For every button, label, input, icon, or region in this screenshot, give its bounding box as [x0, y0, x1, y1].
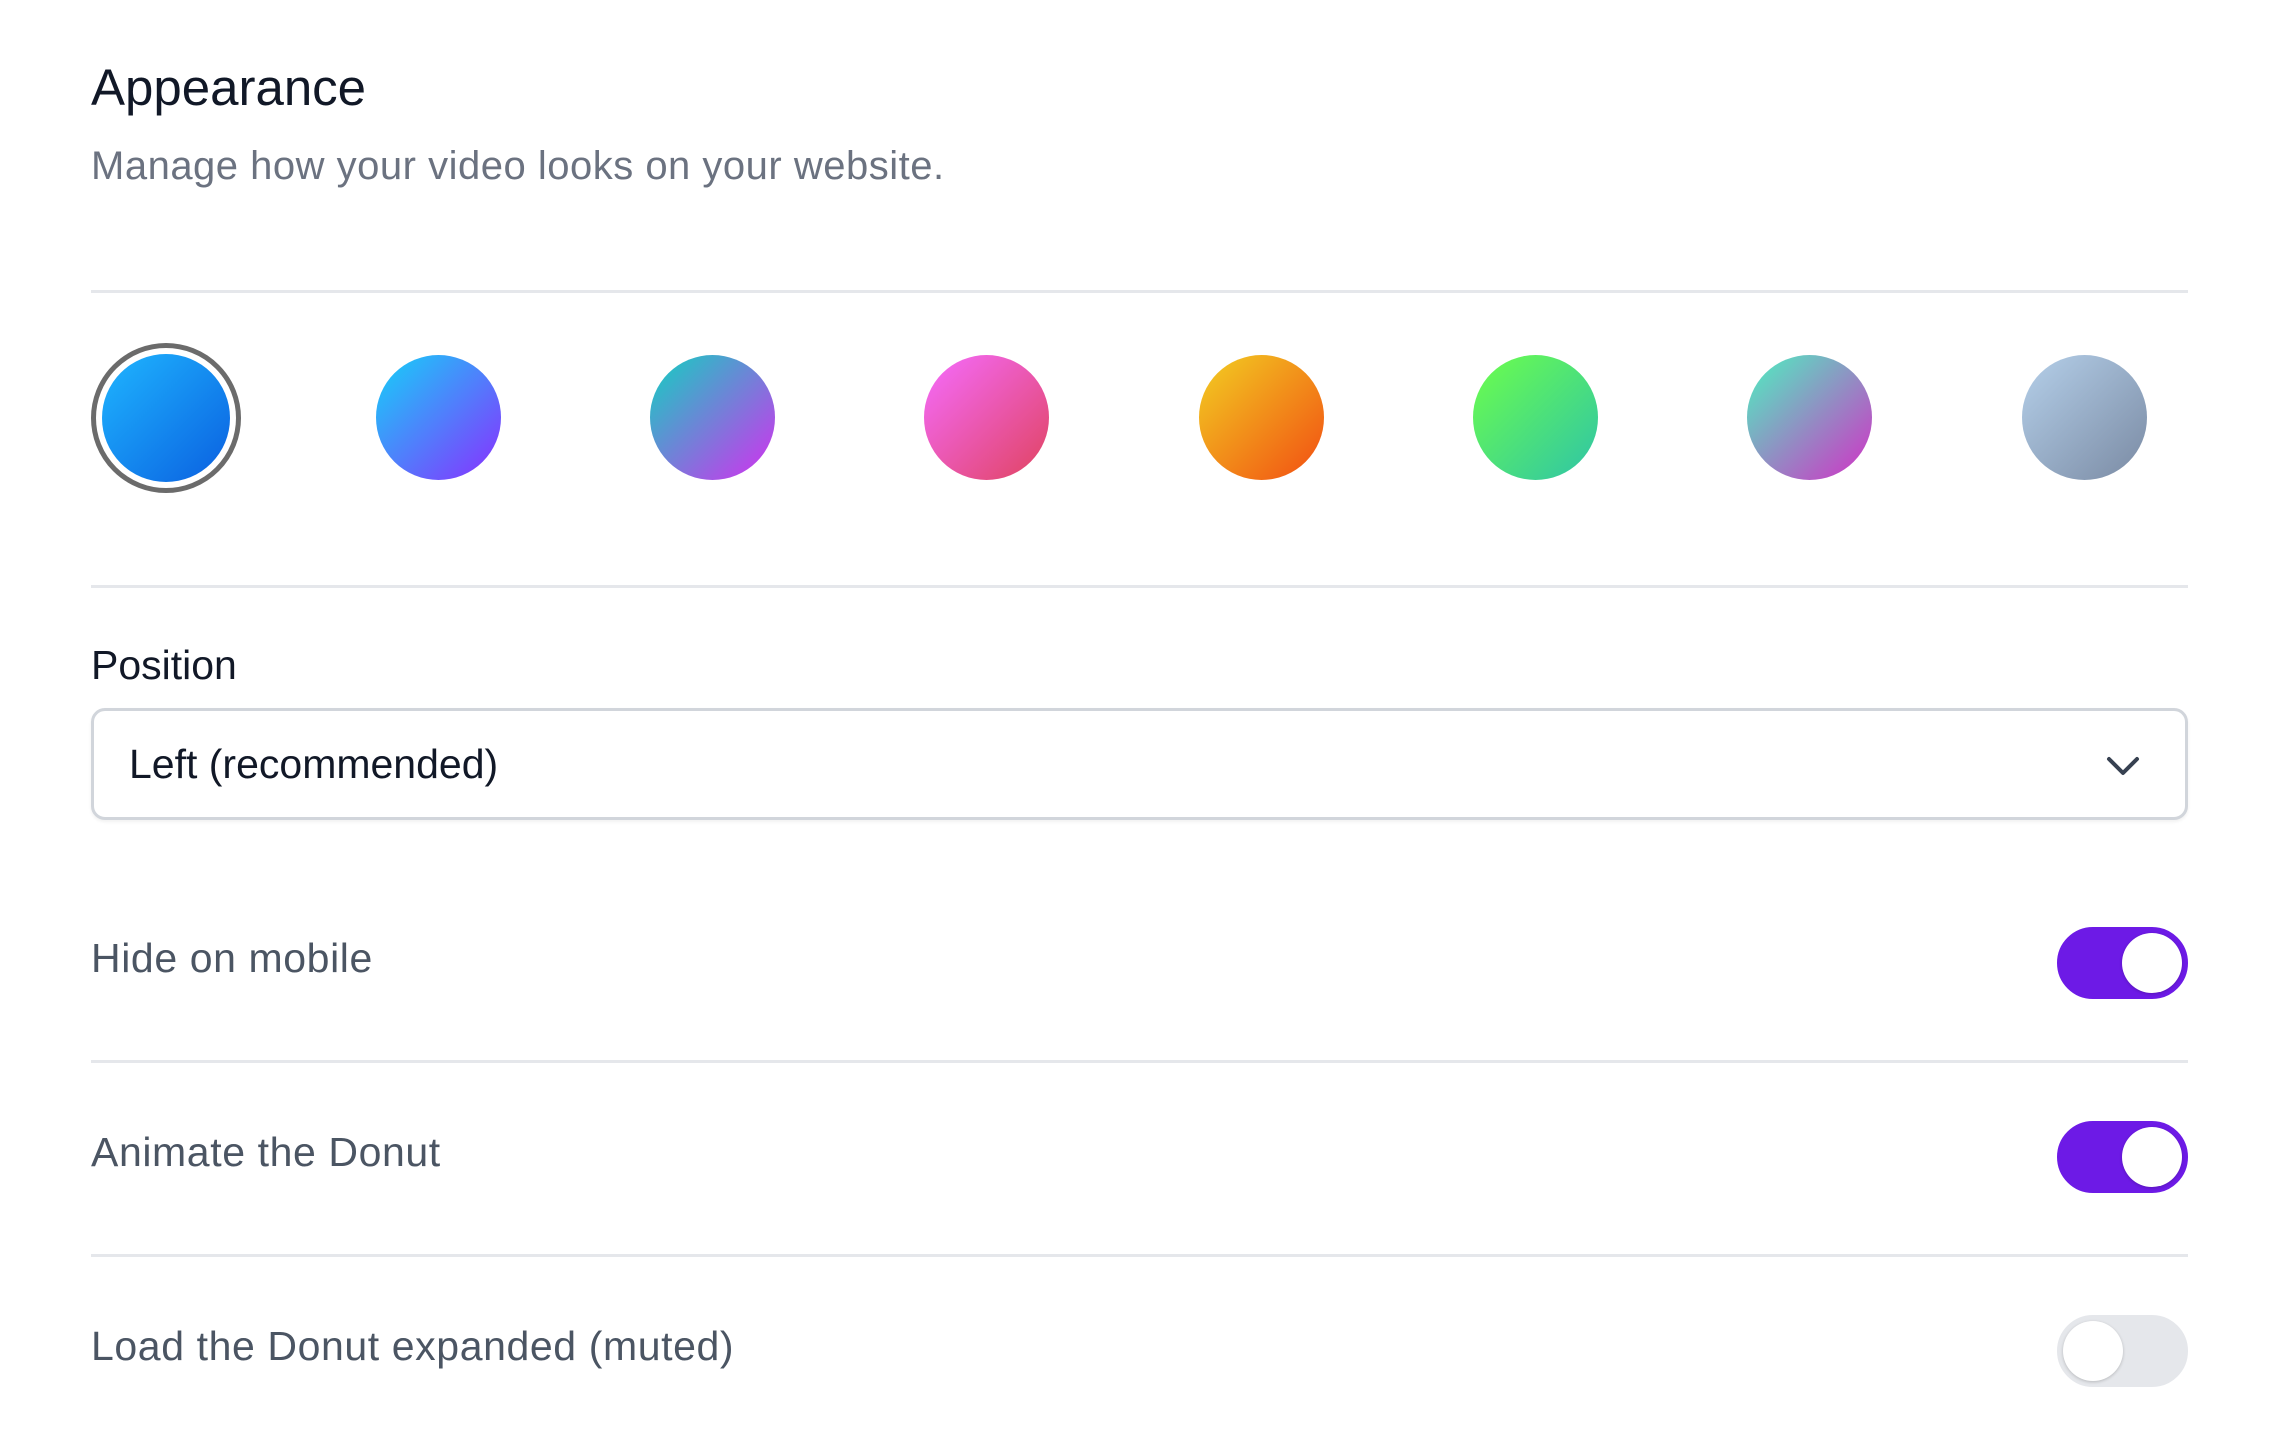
divider [91, 1060, 2188, 1063]
load-expanded-toggle[interactable] [2057, 1315, 2188, 1387]
animate-donut-toggle[interactable] [2057, 1121, 2188, 1193]
color-swatch-slate[interactable] [2022, 355, 2147, 480]
color-swatch-amber-orange[interactable] [1199, 355, 1324, 480]
divider [91, 290, 2188, 293]
swatch-fill [102, 354, 230, 482]
color-swatch-sky-violet[interactable] [376, 355, 501, 480]
divider [91, 585, 2188, 588]
page-subtitle: Manage how your video looks on your webs… [91, 144, 945, 188]
color-swatch-lime-teal[interactable] [1473, 355, 1598, 480]
color-swatch-teal-magenta[interactable] [650, 355, 775, 480]
toggle-knob [2122, 933, 2182, 993]
color-swatch-mint-magenta[interactable] [1747, 355, 1872, 480]
position-label: Position [91, 642, 237, 688]
toggle-knob [2063, 1321, 2123, 1381]
divider [91, 1254, 2188, 1257]
chevron-down-icon [2107, 757, 2139, 775]
animate-donut-label: Animate the Donut [91, 1129, 441, 1175]
position-select-value: Left (recommended) [129, 741, 499, 787]
color-swatch-row [91, 343, 2188, 493]
load-expanded-label: Load the Donut expanded (muted) [91, 1323, 735, 1369]
color-swatch-blue[interactable] [91, 343, 241, 493]
page-title: Appearance [91, 59, 367, 116]
hide-on-mobile-toggle[interactable] [2057, 927, 2188, 999]
position-select[interactable]: Left (recommended) [91, 708, 2188, 820]
toggle-knob [2122, 1127, 2182, 1187]
hide-on-mobile-label: Hide on mobile [91, 935, 373, 981]
color-swatch-pink-rose[interactable] [924, 355, 1049, 480]
